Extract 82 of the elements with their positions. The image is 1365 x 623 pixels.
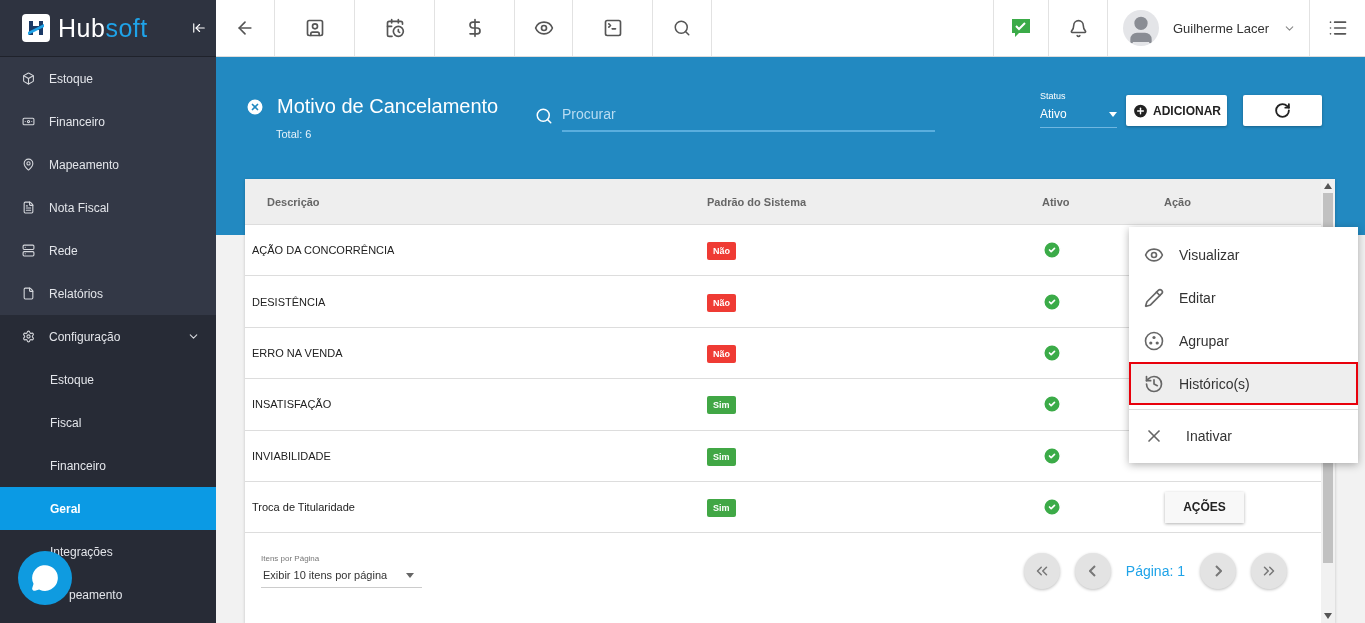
sidebar-item[interactable]: Estoque: [0, 57, 216, 100]
table-cell-text: DESISTÊNCIA: [251, 295, 327, 308]
column-header: Descrição: [266, 195, 321, 208]
menu-item[interactable]: Editar: [1129, 276, 1358, 319]
menu-item-icon: [22, 115, 35, 128]
table-cell-text: INSATISFAÇÃO: [251, 398, 333, 411]
menu-item-icon: [22, 287, 35, 300]
dots-circle-icon: [1144, 330, 1164, 351]
status-badge: Não: [707, 242, 736, 261]
menu-item-icon: [22, 330, 35, 343]
chevron-left-icon: [1089, 565, 1097, 578]
table-cell-text: ERRO NA VENDA: [251, 346, 344, 359]
chat-check-icon: [1010, 17, 1032, 39]
status-badge: Não: [707, 344, 736, 363]
chat-bubble-icon: [31, 564, 59, 592]
search-icon: [535, 107, 553, 125]
logo-text: Hubsoft: [58, 13, 149, 43]
menu-item[interactable]: Agrupar: [1129, 319, 1358, 362]
calendar-clock-icon: [384, 18, 405, 38]
menu-item-icon: [22, 72, 35, 85]
total-count: Total: 6: [275, 128, 313, 140]
menu-item[interactable]: Inativar: [1129, 414, 1358, 457]
sidebar-subitem[interactable]: Fiscal: [0, 401, 216, 444]
menu-item-icon: [22, 244, 35, 257]
refresh-button[interactable]: [1243, 95, 1322, 126]
page-title: Motivo de Cancelamento: [277, 95, 499, 118]
pencil-icon: [1144, 287, 1164, 308]
user-menu[interactable]: Guilherme Lacer: [1108, 0, 1310, 56]
column-header: Ação: [1163, 195, 1192, 208]
search-icon: [673, 19, 691, 37]
scroll-up-icon[interactable]: [1324, 183, 1332, 189]
page-number: Página: 1: [1125, 563, 1185, 580]
status-badge: Não: [707, 293, 736, 312]
per-page-select[interactable]: Exibir 10 itens por página: [261, 569, 422, 589]
plus-icon: [1132, 101, 1149, 120]
status-select[interactable]: Ativo: [1040, 107, 1117, 128]
collapse-icon[interactable]: [192, 21, 206, 35]
tasks-button[interactable]: [993, 0, 1049, 56]
chevron-right-icon: [1214, 565, 1222, 578]
menu-item[interactable]: Histórico(s): [1129, 362, 1358, 405]
actions-button[interactable]: AÇÕES: [1165, 491, 1244, 523]
terminal-icon: [602, 18, 623, 38]
sidebar-item[interactable]: Financeiro: [0, 100, 216, 143]
add-button[interactable]: ADICIONAR: [1126, 95, 1227, 126]
search-field[interactable]: Procurar: [562, 100, 935, 132]
refresh-icon: [1274, 102, 1291, 119]
column-header: Ativo: [1041, 195, 1071, 208]
last-page-button[interactable]: [1251, 553, 1287, 590]
caret-icon: [406, 572, 414, 578]
status-badge: Sim: [707, 499, 736, 518]
history-icon: [1144, 373, 1164, 394]
menu-icon: [1327, 18, 1348, 38]
menu-item-icon: [22, 158, 35, 171]
avatar-icon: [1123, 10, 1159, 46]
scroll-down-icon[interactable]: [1324, 613, 1332, 619]
sidebar-subitem[interactable]: peamento: [0, 573, 216, 616]
sidebar-item[interactable]: Nota Fiscal: [0, 186, 216, 229]
sidebar-item[interactable]: Mapeamento: [0, 143, 216, 186]
menu-item[interactable]: Visualizar: [1129, 233, 1358, 276]
status-badge: Sim: [707, 447, 736, 466]
per-page-label: Itens por Página: [261, 554, 321, 564]
next-page-button[interactable]: [1200, 553, 1236, 590]
table-cell-text: AÇÃO DA CONCORRÊNCIA: [251, 244, 396, 257]
sidebar-item[interactable]: Rede: [0, 229, 216, 272]
menu-item-icon: [22, 201, 35, 214]
caret-icon: [1109, 111, 1117, 117]
status-badge: Sim: [707, 396, 736, 415]
logo-icon: [22, 14, 50, 42]
eye-icon: [533, 18, 554, 38]
sidebar-subitem[interactable]: Estoque: [0, 358, 216, 401]
contact-card-icon: [304, 18, 325, 38]
sidebar-subitem[interactable]: Financeiro: [0, 444, 216, 487]
sidebar-item[interactable]: Relatórios: [0, 272, 216, 315]
table-cell-text: INVIABILIDADE: [251, 449, 332, 462]
table-cell-text: Troca de Titularidade: [251, 501, 356, 514]
first-page-button[interactable]: [1023, 553, 1060, 590]
column-header: Padrão do Sistema: [706, 195, 808, 208]
close-icon[interactable]: [245, 96, 265, 117]
bell-icon: [1068, 18, 1088, 38]
status-label: Status: [1040, 91, 1067, 101]
previous-page-button[interactable]: [1074, 553, 1111, 590]
sidebar-subitem[interactable]: Integrações: [0, 530, 216, 573]
